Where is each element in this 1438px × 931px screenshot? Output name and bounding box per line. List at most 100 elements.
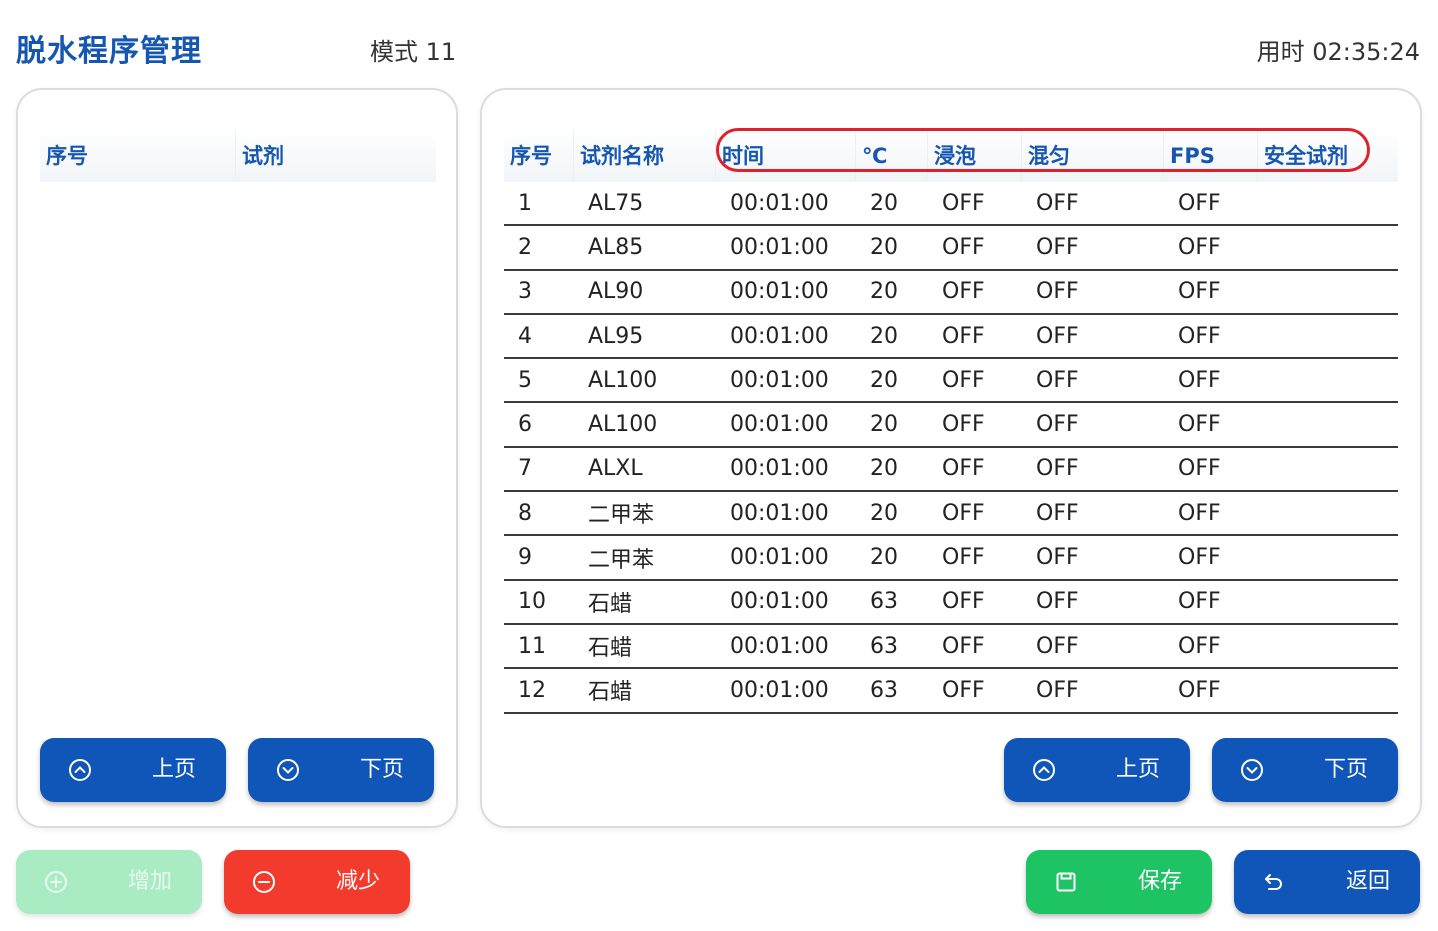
add-label: 增加 xyxy=(127,869,172,894)
cell-time: 00:01:00 xyxy=(730,633,829,659)
cell-time: 00:01:00 xyxy=(730,589,829,615)
cell-reagent-name: AL100 xyxy=(588,412,658,438)
cell-temperature: 20 xyxy=(870,545,898,571)
table-row[interactable]: 5 AL100 00:01:00 20 OFF OFF OFF xyxy=(504,359,1398,404)
table-row[interactable]: 6 AL100 00:01:00 20 OFF OFF OFF xyxy=(504,403,1398,448)
cell-time: 00:01:00 xyxy=(730,545,829,571)
cell-mix: OFF xyxy=(1036,412,1079,438)
table-row[interactable]: 3 AL90 00:01:00 20 OFF OFF OFF xyxy=(504,271,1398,315)
cell-reagent-name: 石蜡 xyxy=(588,680,633,706)
table-row[interactable]: 7 ALXL 00:01:00 20 OFF OFF OFF xyxy=(504,448,1398,493)
cell-index: 4 xyxy=(518,323,532,349)
cell-temperature: 63 xyxy=(870,677,898,703)
chevron-up-circle-icon xyxy=(69,759,91,781)
cell-soak: OFF xyxy=(942,367,985,393)
cell-fps: OFF xyxy=(1178,412,1221,438)
left-prev-page-button[interactable]: 上页 xyxy=(40,738,226,802)
cell-fps: OFF xyxy=(1178,323,1221,349)
cell-temperature: 20 xyxy=(870,190,898,216)
cell-fps: OFF xyxy=(1178,545,1221,571)
cell-mix: OFF xyxy=(1036,190,1079,216)
next-page-label: 下页 xyxy=(1323,757,1368,782)
cell-index: 10 xyxy=(518,589,546,615)
cell-mix: OFF xyxy=(1036,279,1079,305)
cell-temperature: 20 xyxy=(870,500,898,526)
program-steps-header: 序号 试剂名称 时间 ℃ 浸泡 混匀 FPS 安全试剂 xyxy=(504,130,1398,182)
table-row[interactable]: 1 AL75 00:01:00 20 OFF OFF OFF xyxy=(504,182,1398,227)
cell-fps: OFF xyxy=(1178,367,1221,393)
column-header-index: 序号 xyxy=(40,130,236,182)
cell-time: 00:01:00 xyxy=(730,190,829,216)
cell-time: 00:01:00 xyxy=(730,323,829,349)
cell-soak: OFF xyxy=(942,412,985,438)
cell-index: 5 xyxy=(518,367,532,393)
cell-fps: OFF xyxy=(1178,456,1221,482)
chevron-down-circle-icon xyxy=(277,759,299,781)
table-row[interactable]: 2 AL85 00:01:00 20 OFF OFF OFF xyxy=(504,226,1398,271)
column-header-temperature: ℃ xyxy=(856,130,928,182)
cell-temperature: 20 xyxy=(870,279,898,305)
cell-temperature: 63 xyxy=(870,633,898,659)
plus-circle-icon xyxy=(45,871,67,893)
cell-time: 00:01:00 xyxy=(730,234,829,260)
cell-fps: OFF xyxy=(1178,234,1221,260)
cell-time: 00:01:00 xyxy=(730,412,829,438)
cell-index: 3 xyxy=(518,279,532,305)
cell-index: 1 xyxy=(518,190,532,216)
cell-soak: OFF xyxy=(942,677,985,703)
back-label: 返回 xyxy=(1345,869,1390,894)
column-header-index: 序号 xyxy=(504,130,574,182)
prev-page-label: 上页 xyxy=(1115,757,1160,782)
cell-soak: OFF xyxy=(942,633,985,659)
remove-step-button[interactable]: 减少 xyxy=(224,850,410,914)
elapsed-time: 用时 02:35:24 xyxy=(1256,38,1420,66)
cell-fps: OFF xyxy=(1178,677,1221,703)
cell-soak: OFF xyxy=(942,589,985,615)
table-row[interactable]: 12 石蜡 00:01:00 63 OFF OFF OFF xyxy=(504,669,1398,714)
cell-time: 00:01:00 xyxy=(730,279,829,305)
cell-index: 11 xyxy=(518,633,546,659)
right-prev-page-button[interactable]: 上页 xyxy=(1004,738,1190,802)
cell-mix: OFF xyxy=(1036,323,1079,349)
cell-reagent-name: 石蜡 xyxy=(588,591,633,617)
column-header-safety-reagent: 安全试剂 xyxy=(1264,144,1348,168)
cell-reagent-name: AL90 xyxy=(588,279,644,305)
back-button[interactable]: 返回 xyxy=(1234,850,1420,914)
save-button[interactable]: 保存 xyxy=(1026,850,1212,914)
cell-fps: OFF xyxy=(1178,589,1221,615)
remove-label: 减少 xyxy=(335,869,380,894)
add-step-button[interactable]: 增加 xyxy=(16,850,202,914)
cell-fps: OFF xyxy=(1178,279,1221,305)
cell-time: 00:01:00 xyxy=(730,456,829,482)
right-next-page-button[interactable]: 下页 xyxy=(1212,738,1398,802)
column-header-soak: 浸泡 xyxy=(928,130,1022,182)
reagent-list-body[interactable] xyxy=(40,182,436,722)
column-header-mix: 混匀 xyxy=(1022,130,1164,182)
cell-index: 6 xyxy=(518,412,532,438)
table-row[interactable]: 4 AL95 00:01:00 20 OFF OFF OFF xyxy=(504,315,1398,360)
cell-soak: OFF xyxy=(942,190,985,216)
cell-temperature: 20 xyxy=(870,367,898,393)
table-row[interactable]: 8 二甲苯 00:01:00 20 OFF OFF OFF xyxy=(504,492,1398,537)
minus-circle-icon xyxy=(253,871,275,893)
program-steps-body: 1 AL75 00:01:00 20 OFF OFF OFF 2 AL85 00:01:00 20 O… xyxy=(504,182,1398,714)
table-row[interactable]: 11 石蜡 00:01:00 63 OFF OFF OFF xyxy=(504,625,1398,670)
table-row[interactable]: 10 石蜡 00:01:00 63 OFF OFF OFF xyxy=(504,581,1398,625)
reagent-list-header: 序号 试剂 xyxy=(40,130,436,182)
cell-index: 12 xyxy=(518,677,546,703)
cell-fps: OFF xyxy=(1178,500,1221,526)
cell-soak: OFF xyxy=(942,500,985,526)
return-arrow-icon xyxy=(1265,874,1282,890)
left-next-page-button[interactable]: 下页 xyxy=(248,738,434,802)
reagent-list-panel: 序号 试剂 上页 下页 xyxy=(16,88,458,828)
cell-temperature: 20 xyxy=(870,323,898,349)
next-page-label: 下页 xyxy=(359,757,404,782)
cell-reagent-name: 二甲苯 xyxy=(588,503,655,529)
cell-time: 00:01:00 xyxy=(730,367,829,393)
cell-reagent-name: ALXL xyxy=(588,456,643,482)
cell-temperature: 20 xyxy=(870,412,898,438)
table-row[interactable]: 9 二甲苯 00:01:00 20 OFF OFF OFF xyxy=(504,536,1398,581)
cell-index: 9 xyxy=(518,545,532,571)
column-header-fps: FPS xyxy=(1164,130,1258,182)
cell-reagent-name: AL85 xyxy=(588,234,644,260)
